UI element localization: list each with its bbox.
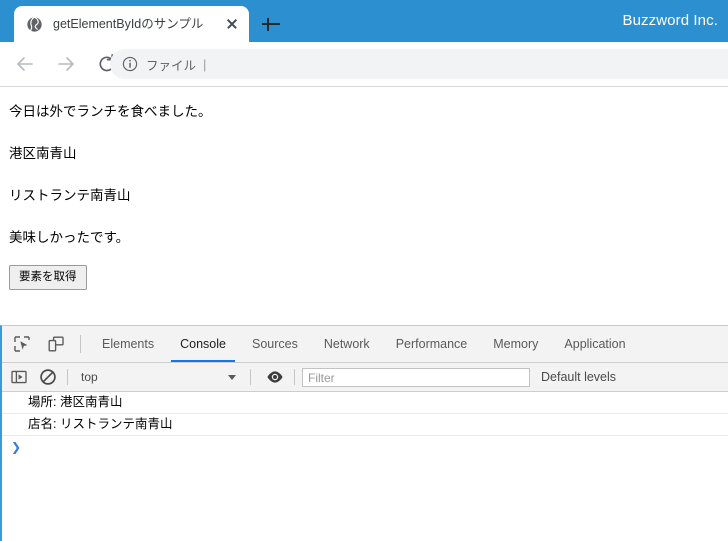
close-icon[interactable] [223,15,241,33]
browser-tab[interactable]: getElementByIdのサンプル [14,6,249,42]
console-prompt[interactable]: ❯ [2,436,728,458]
forward-arrow-icon[interactable] [50,48,82,80]
tab-title: getElementByIdのサンプル [53,17,204,31]
get-element-button[interactable]: 要素を取得 [9,265,87,290]
page-paragraph: 港区南青山 [9,146,77,161]
toolbar-divider [67,369,68,385]
prompt-caret-icon: ❯ [11,440,22,454]
tab-memory[interactable]: Memory [480,327,551,362]
tab-performance[interactable]: Performance [383,327,481,362]
console-context-value: top [81,370,98,384]
globe-icon [26,15,43,33]
devtools-panel: Elements Console Sources Network Perform… [0,325,728,541]
tab-elements[interactable]: Elements [89,327,167,362]
tab-network[interactable]: Network [311,327,383,362]
console-toolbar: top Filter Default levels [2,363,728,392]
toolbar-divider [294,369,295,385]
back-arrow-icon[interactable] [9,48,41,80]
clear-console-icon[interactable] [36,365,60,389]
tab-sources[interactable]: Sources [239,327,311,362]
console-message: 場所: 港区南青山 [2,392,728,414]
address-scheme-text: ファイル [146,58,197,73]
console-context-select[interactable]: top [75,366,243,388]
new-tab-button[interactable] [259,12,283,36]
console-filter-input[interactable]: Filter [302,367,530,387]
console-output: 場所: 港区南青山 店名: リストランテ南青山 ❯ [2,392,728,541]
tab-strip: getElementByIdのサンプル Buzzword Inc. [0,0,728,42]
address-separator: | [203,56,207,72]
tab-application[interactable]: Application [551,327,638,362]
brand-label: Buzzword Inc. [622,12,718,29]
inspect-element-icon[interactable] [8,330,36,358]
page-paragraph: 美味しかったです。 [9,230,130,245]
toolbar-divider [80,335,81,353]
console-levels-label[interactable]: Default levels [541,370,616,384]
console-message: 店名: リストランテ南青山 [2,414,728,436]
browser-toolbar: ファイル | [0,42,728,87]
address-bar[interactable]: ファイル | [110,49,728,79]
toolbar-divider [250,369,251,385]
device-toolbar-icon[interactable] [42,330,70,358]
devtools-tab-bar: Elements Console Sources Network Perform… [2,326,728,363]
live-expression-eye-icon[interactable] [263,365,287,389]
tab-console[interactable]: Console [167,327,239,362]
chevron-down-icon [228,374,236,380]
browser-window: getElementByIdのサンプル Buzzword Inc. ファイル |… [0,0,728,541]
page-viewport: 今日は外でランチを食べました。 港区南青山 リストランテ南青山 美味しかったです… [0,87,728,325]
page-paragraph: リストランテ南青山 [9,188,131,203]
info-circle-icon[interactable] [122,56,138,72]
page-paragraph: 今日は外でランチを食べました。 [9,104,212,119]
console-sidebar-icon[interactable] [7,365,31,389]
